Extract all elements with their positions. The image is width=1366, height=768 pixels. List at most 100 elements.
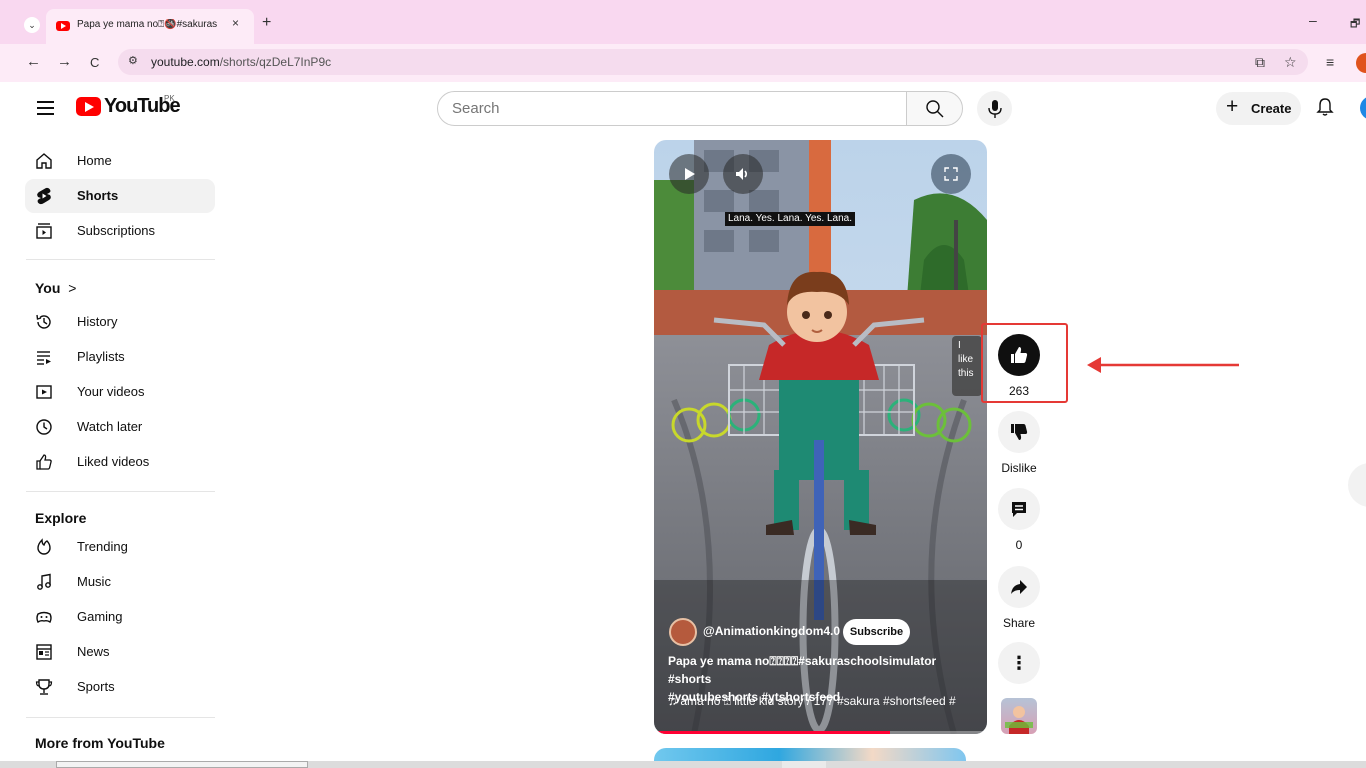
play-button[interactable] [669,154,709,194]
search-box [437,91,907,126]
sidebar-item-label: Music [77,574,111,589]
sidebar-item-shorts[interactable]: Shorts [25,179,215,213]
guide-sidebar: Home Shorts Subscriptions You > History … [12,144,217,768]
tab-title: Papa ye mama no⍰🚳#sakuras [77,19,218,30]
next-short-button[interactable] [1348,463,1366,507]
more-actions[interactable]: ⋮ [996,642,1042,684]
you-section-title[interactable]: You > [35,280,76,296]
share-button[interactable] [998,566,1040,608]
short-video-player[interactable]: Lana. Yes. Lana. Yes. Lana. I like this … [654,140,987,734]
description-line: Papa ye mama no⍰⍰⍰⍰#sakuraschoolsimulato… [668,654,937,686]
sidebar-item-label: Home [77,153,112,168]
comments-button[interactable] [998,488,1040,530]
sidebar-item-history[interactable]: History [25,305,215,339]
sidebar-item-liked-videos[interactable]: Liked videos [25,445,215,479]
sidebar-item-news[interactable]: News [25,635,215,669]
sidebar-item-label: Your videos [77,384,145,399]
dislike-action[interactable]: Dislike [996,411,1042,475]
youtube-logo-icon[interactable] [76,97,101,116]
share-action[interactable]: Share [996,566,1042,630]
sidebar-item-label: Sports [77,679,115,694]
forward-button[interactable]: → [57,53,72,70]
sidebar-divider [26,717,215,718]
sidebar-item-label: Playlists [77,349,125,364]
fullscreen-button[interactable] [931,154,971,194]
channel-name[interactable]: @Animationkingdom4.0 [703,624,840,638]
back-button[interactable]: ← [26,53,41,70]
browser-tab[interactable]: Papa ye mama no⍰🚳#sakuras × [46,9,254,44]
video-progress-bar[interactable] [654,731,987,734]
thumbs-down-icon [1011,424,1028,440]
like-tooltip: I like this [952,336,982,396]
url-field[interactable]: ⚙ youtube.com/shorts/qzDeL7InP9c [118,49,1308,75]
taskbar-search[interactable] [56,761,308,768]
music-icon [37,573,51,590]
tab-close-button[interactable]: × [232,16,239,30]
browser-address-bar: ← → C ⚙ youtube.com/shorts/qzDeL7InP9c ⧉… [0,44,1366,82]
search-button[interactable] [906,91,963,126]
search-icon [926,100,944,118]
reading-list-icon[interactable]: ≡ [1326,54,1334,70]
sidebar-item-label: Liked videos [77,454,150,469]
sidebar-item-your-videos[interactable]: Your videos [25,375,215,409]
create-label: Create [1251,101,1292,116]
sidebar-item-playlists[interactable]: Playlists [25,340,215,374]
browser-profile-avatar[interactable] [1356,53,1366,73]
your-videos-icon [36,385,52,399]
country-code: PK [164,94,175,103]
voice-search-button[interactable] [977,91,1012,126]
microphone-icon [988,100,1002,118]
notifications-bell-icon[interactable] [1316,97,1334,117]
window-minimize-button[interactable]: – [1309,12,1317,28]
sidebar-item-watch-later[interactable]: Watch later [25,410,215,444]
tab-search-chevron-icon[interactable]: ⌄ [24,17,40,33]
dislike-button[interactable] [998,411,1040,453]
os-taskbar [0,761,1366,768]
explore-section-title: Explore [35,510,87,526]
more-vert-icon: ⋮ [1010,653,1028,673]
more-options-button[interactable]: ⋮ [998,642,1040,684]
share-label: Share [1002,616,1036,630]
music-title: ama no ⍰ little kid story / 177 #sakura … [680,694,956,708]
site-info-icon[interactable]: ⚙ [128,54,138,67]
youtube-masthead: YouTube PK + Create [0,82,1366,134]
sidebar-item-gaming[interactable]: Gaming [25,600,215,634]
new-tab-button[interactable]: + [262,14,271,32]
browser-tab-strip: ⌄ Papa ye mama no⍰🚳#sakuras × + – 🗗 [0,0,1366,44]
search-input[interactable] [452,100,882,117]
create-button[interactable]: + Create [1216,92,1301,125]
sidebar-item-subscriptions[interactable]: Subscriptions [25,214,215,248]
comment-count: 0 [1015,538,1023,552]
comments-action[interactable]: 0 [996,488,1042,552]
window-restore-button[interactable]: 🗗 [1350,15,1360,34]
channel-thumbnail[interactable] [1001,698,1037,734]
taskbar-app[interactable] [782,761,826,768]
subscribe-button[interactable]: Subscribe [843,619,910,645]
share-icon [1011,580,1027,594]
sidebar-item-sports[interactable]: Sports [25,670,215,704]
sidebar-item-label: Shorts [77,188,119,203]
sidebar-item-trending[interactable]: Trending [25,530,215,564]
music-attribution[interactable]: ♫ ama no ⍰ little kid story / 177 #sakur… [668,694,987,709]
sidebar-item-home[interactable]: Home [25,144,215,178]
more-from-youtube-title: More from YouTube [35,735,165,751]
install-app-icon[interactable]: ⧉ [1255,54,1265,71]
dislike-label: Dislike [1001,461,1037,475]
user-avatar[interactable] [1360,96,1366,120]
menu-icon[interactable] [37,101,54,115]
channel-avatar[interactable] [669,618,697,646]
sidebar-item-label: Subscriptions [77,223,156,238]
annotation-arrow [1087,357,1239,373]
bookmark-star-icon[interactable]: ☆ [1284,54,1297,71]
tooltip-line: like [958,354,974,365]
playlists-icon [37,351,51,365]
youtube-favicon-icon [56,21,70,31]
sidebar-item-music[interactable]: Music [25,565,215,599]
watch-later-icon [36,419,52,435]
volume-icon [736,168,748,180]
mute-button[interactable] [723,154,763,194]
annotation-highlight-box [981,323,1068,403]
reload-button[interactable]: C [90,55,99,70]
sidebar-item-label: History [77,314,118,329]
shorts-icon [37,187,51,205]
